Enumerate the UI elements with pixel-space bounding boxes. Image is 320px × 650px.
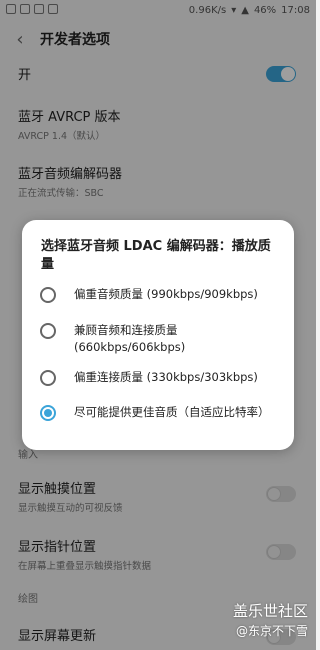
watermark-author: @东京不下雪	[235, 624, 308, 638]
option-label: 尽可能提供更佳音质（自适应比特率）	[74, 405, 270, 419]
dialog-title: 选择蓝牙音频 LDAC 编解码器：播放质量	[41, 239, 271, 272]
option-connection-quality[interactable]: 偏重连接质量 (330kbps/303kbps)	[40, 369, 286, 386]
option-label: 兼顾音频和连接质量 (660kbps/606kbps)	[74, 323, 186, 354]
radio-button-selected[interactable]	[40, 405, 56, 421]
option-balanced-quality[interactable]: 兼顾音频和连接质量 (660kbps/606kbps)	[40, 322, 286, 356]
option-label: 偏重连接质量 (330kbps/303kbps)	[74, 370, 258, 384]
option-best-effort-adaptive[interactable]: 尽可能提供更佳音质（自适应比特率）	[40, 404, 286, 421]
option-audio-quality[interactable]: 偏重音频质量 (990kbps/909kbps)	[40, 286, 286, 303]
option-label: 偏重音频质量 (990kbps/909kbps)	[74, 287, 258, 301]
ldac-quality-dialog: 选择蓝牙音频 LDAC 编解码器：播放质量 偏重音频质量 (990kbps/90…	[22, 220, 294, 450]
radio-button[interactable]	[40, 323, 56, 339]
radio-button[interactable]	[40, 287, 56, 303]
radio-button[interactable]	[40, 370, 56, 386]
watermark-title: 盖乐世社区	[232, 602, 308, 620]
